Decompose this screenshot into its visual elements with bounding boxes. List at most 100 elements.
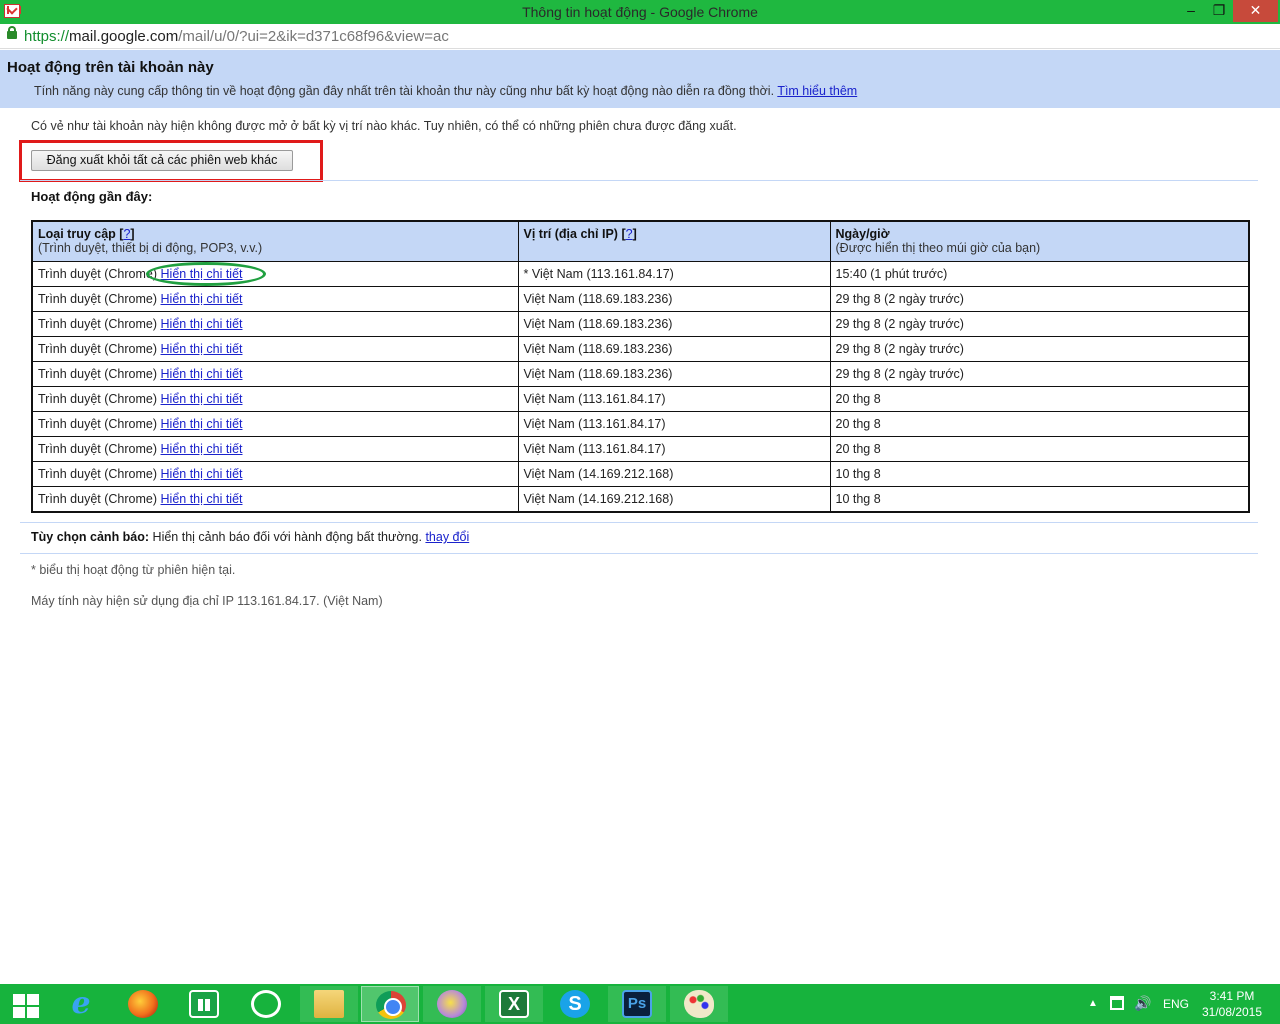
show-details-link[interactable]: Hiển thị chi tiết — [161, 492, 243, 506]
paint-palette-icon — [684, 990, 714, 1018]
cell-location: Việt Nam (118.69.183.236) — [517, 335, 831, 362]
firefox-logo-icon — [128, 990, 158, 1018]
description-text: Tính năng này cung cấp thông tin về hoạt… — [34, 84, 775, 98]
show-details-link[interactable]: Hiển thị chi tiết — [161, 442, 243, 456]
skype-icon[interactable]: S — [546, 986, 604, 1022]
help-bracket-close: ] — [632, 227, 637, 241]
show-details-link[interactable]: Hiển thị chi tiết — [161, 367, 243, 381]
cell-datetime: 10 thg 8 — [829, 460, 1250, 487]
show-details-link[interactable]: Hiển thị chi tiết — [161, 317, 243, 331]
garena-logo-icon — [251, 990, 281, 1018]
divider — [20, 522, 1258, 523]
windows-start-icon[interactable] — [0, 986, 58, 1022]
cell-location: Việt Nam (14.169.212.168) — [517, 460, 831, 487]
recent-activity-title: Hoạt động gần đây: — [31, 189, 153, 204]
show-details-link[interactable]: Hiển thị chi tiết — [161, 292, 243, 306]
sessions-notice: Có vẻ như tài khoản này hiện không được … — [31, 119, 737, 133]
skype-logo-icon: S — [560, 990, 590, 1018]
access-type-text: Trình duyệt (Chrome) — [38, 366, 158, 381]
excel-icon[interactable]: X — [485, 986, 543, 1022]
access-type-text: Trình duyệt (Chrome) — [38, 466, 158, 481]
show-details-link[interactable]: Hiển thị chi tiết — [161, 342, 243, 356]
page-header: Hoạt động trên tài khoản này Tính năng n… — [0, 50, 1280, 108]
url-text[interactable]: https://mail.google.com/mail/u/0/?ui=2&i… — [24, 28, 449, 45]
show-details-link[interactable]: Hiển thị chi tiết — [161, 467, 243, 481]
divider — [20, 180, 1258, 181]
current-session-footnote: * biểu thị hoạt động từ phiên hiện tại. — [31, 563, 236, 577]
location-help-link[interactable]: ? — [626, 227, 633, 241]
sign-out-all-sessions-button[interactable]: Đăng xuất khỏi tất cả các phiên web khác — [31, 150, 293, 171]
yahoo-messenger-icon[interactable] — [423, 986, 481, 1022]
change-alert-link[interactable]: thay đổi — [425, 530, 469, 544]
access-type-text: Trình duyệt (Chrome) — [38, 391, 158, 406]
cell-location: Việt Nam (113.161.84.17) — [517, 385, 831, 412]
alert-preferences: Tùy chọn cảnh báo: Hiển thị cảnh báo đối… — [31, 530, 469, 544]
store-logo-icon — [189, 990, 219, 1018]
cell-access-type: Trình duyệt (Chrome) Hiển thị chi tiết — [31, 410, 519, 437]
maximize-button[interactable]: ❐ — [1206, 0, 1232, 22]
url-host: mail.google.com — [69, 28, 179, 45]
cell-access-type: Trình duyệt (Chrome) Hiển thị chi tiết — [31, 310, 519, 337]
cell-datetime: 20 thg 8 — [829, 385, 1250, 412]
internet-explorer-icon[interactable]: e — [52, 986, 110, 1022]
show-details-link[interactable]: Hiển thị chi tiết — [161, 417, 243, 431]
show-details-link[interactable]: Hiển thị chi tiết — [161, 392, 243, 406]
header-access-type-sub: (Trình duyệt, thiết bị di động, POP3, v.… — [38, 241, 263, 255]
table-row: Trình duyệt (Chrome) Hiển thị chi tiết Vi… — [31, 360, 1250, 387]
table-row: Trình duyệt (Chrome) Hiển thị chi tiết Vi… — [31, 435, 1250, 462]
table-row: Trình duyệt (Chrome) Hiển thị chi tiết Vi… — [31, 335, 1250, 362]
alert-text: Hiển thị cảnh báo đối với hành động bất … — [152, 530, 422, 544]
file-explorer-icon[interactable] — [300, 986, 358, 1022]
ie-glyph-icon: e — [71, 986, 91, 1021]
garena-icon[interactable] — [237, 986, 295, 1022]
header-location: Vị trí (địa chỉ IP) [?] — [517, 220, 831, 262]
cell-location: Việt Nam (113.161.84.17) — [517, 410, 831, 437]
paint-icon[interactable] — [670, 986, 728, 1022]
url-scheme: https:// — [24, 28, 70, 45]
cell-access-type: Trình duyệt (Chrome) Hiển thị chi tiết — [31, 335, 519, 362]
page-description: Tính năng này cung cấp thông tin về hoạt… — [34, 84, 857, 98]
firefox-icon[interactable] — [114, 986, 172, 1022]
cell-datetime: 29 thg 8 (2 ngày trước) — [829, 285, 1250, 312]
help-bracket-close: ] — [130, 227, 135, 241]
table-row: Trình duyệt (Chrome) Hiển thị chi tiết Vi… — [31, 310, 1250, 337]
close-button[interactable]: ✕ — [1233, 0, 1278, 22]
cell-datetime: 15:40 (1 phút trước) — [829, 260, 1250, 287]
cell-location: Việt Nam (118.69.183.236) — [517, 310, 831, 337]
cell-datetime: 29 thg 8 (2 ngày trước) — [829, 335, 1250, 362]
language-indicator[interactable]: ENG — [1163, 997, 1189, 1024]
windows-store-icon[interactable] — [175, 986, 233, 1022]
system-clock[interactable]: 3:41 PM 31/08/2015 — [1200, 988, 1264, 1024]
cell-access-type: Trình duyệt (Chrome) Hiển thị chi tiết — [31, 460, 519, 487]
table-row: Trình duyệt (Chrome) Hiển thị chi tiết Vi… — [31, 485, 1250, 512]
address-bar[interactable]: https://mail.google.com/mail/u/0/?ui=2&i… — [0, 24, 1280, 49]
access-type-text: Trình duyệt (Chrome) — [38, 316, 158, 331]
header-datetime: Ngày/giờ (Được hiển thị theo múi giờ của… — [829, 220, 1250, 262]
volume-icon[interactable]: 🔊 — [1134, 995, 1151, 1024]
access-type-text: Trình duyệt (Chrome) — [38, 341, 158, 356]
cell-access-type: Trình duyệt (Chrome) Hiển thị chi tiết — [31, 260, 519, 287]
cell-access-type: Trình duyệt (Chrome) Hiển thị chi tiết — [31, 285, 519, 312]
table-row: Trình duyệt (Chrome) Hiển thị chi tiết Vi… — [31, 285, 1250, 312]
cell-datetime: 29 thg 8 (2 ngày trước) — [829, 360, 1250, 387]
header-datetime-label: Ngày/giờ — [835, 227, 890, 241]
learn-more-link[interactable]: Tìm hiểu thêm — [777, 84, 857, 98]
network-icon[interactable] — [1110, 996, 1124, 1010]
divider — [20, 553, 1258, 554]
show-details-link[interactable]: Hiển thị chi tiết — [161, 267, 243, 281]
cell-location: Việt Nam (14.169.212.168) — [517, 485, 831, 512]
cell-access-type: Trình duyệt (Chrome) Hiển thị chi tiết — [31, 360, 519, 387]
minimize-button[interactable]: – — [1176, 0, 1206, 22]
clock-date: 31/08/2015 — [1201, 1005, 1263, 1019]
table-row: Trình duyệt (Chrome) Hiển thị chi tiết Vi… — [31, 385, 1250, 412]
access-type-text: Trình duyệt (Chrome) — [38, 491, 158, 506]
photoshop-icon[interactable]: Ps — [608, 986, 666, 1022]
chrome-icon[interactable] — [361, 986, 419, 1022]
header-access-type-label: Loại truy cập — [38, 227, 116, 241]
windows-logo-icon — [13, 994, 39, 1018]
cell-access-type: Trình duyệt (Chrome) Hiển thị chi tiết — [31, 485, 519, 512]
activity-table: Loại truy cập [?] (Trình duyệt, thiết bị… — [31, 220, 1250, 513]
header-datetime-sub: (Được hiển thị theo múi giờ của bạn) — [835, 241, 1041, 255]
show-hidden-icons-button[interactable]: ▲ — [1088, 998, 1098, 1024]
access-type-text: Trình duyệt (Chrome) — [38, 266, 158, 281]
